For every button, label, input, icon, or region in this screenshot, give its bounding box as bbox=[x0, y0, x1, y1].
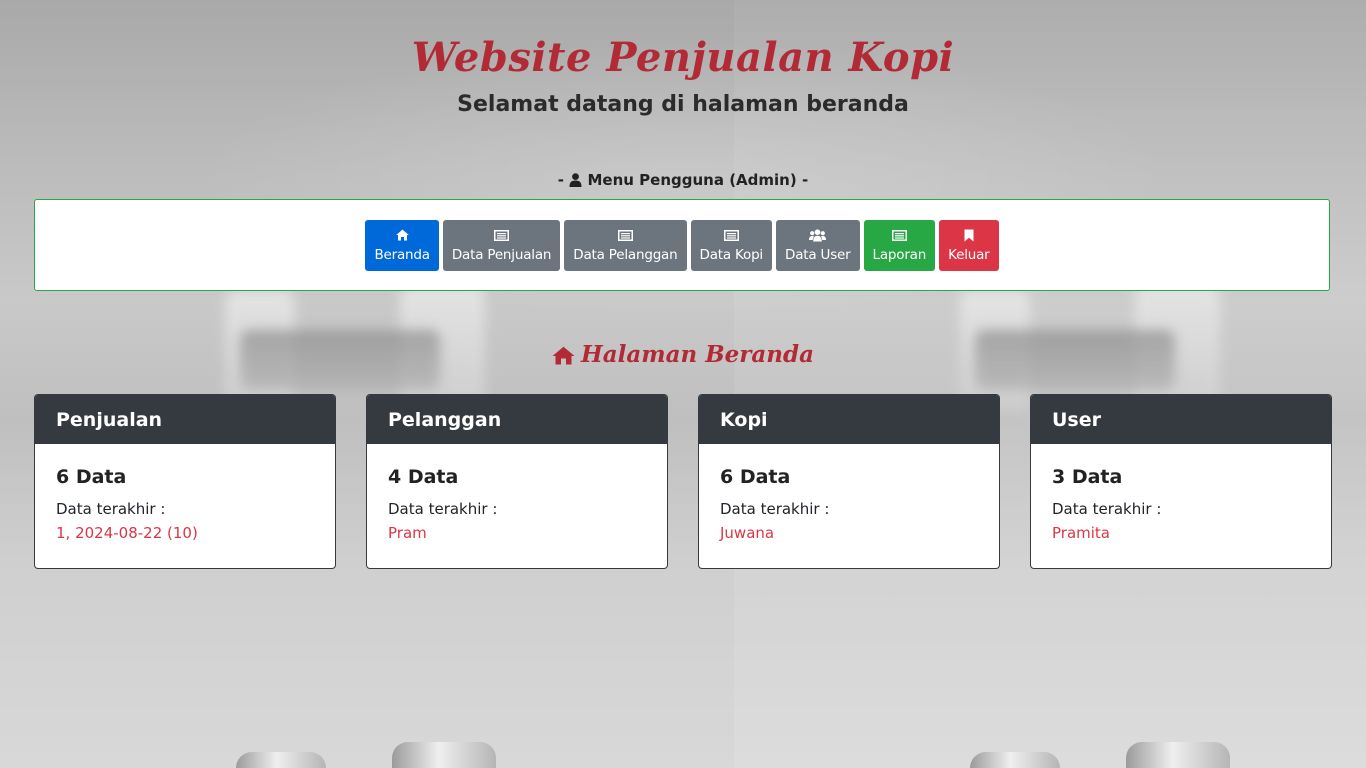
background-coffee-tube bbox=[236, 752, 326, 768]
nav-button-label: Beranda bbox=[374, 247, 430, 263]
card-header: Penjualan bbox=[35, 395, 335, 444]
card-count: 4 Data bbox=[388, 466, 459, 488]
card-count: 6 Data bbox=[56, 466, 127, 488]
nav-button-keluar[interactable]: Keluar bbox=[939, 220, 999, 271]
list-icon bbox=[617, 226, 633, 244]
card-last-data-label: Data terakhir : bbox=[1052, 500, 1162, 518]
card-header: User bbox=[1031, 395, 1331, 444]
menu-heading-label: Menu Pengguna (Admin) bbox=[587, 171, 797, 189]
section-title-label: Halaman Beranda bbox=[580, 341, 815, 368]
section-title: Halaman Beranda bbox=[0, 338, 1366, 372]
nav-button-data-pelanggan[interactable]: Data Pelanggan bbox=[564, 220, 687, 271]
card-last-data-label: Data terakhir : bbox=[388, 500, 498, 518]
welcome-subtitle: Selamat datang di halaman beranda bbox=[457, 92, 909, 117]
nav-button-label: Data User bbox=[785, 247, 851, 263]
card-last-data-value: Pramita bbox=[1052, 524, 1110, 542]
nav-button-label: Laporan bbox=[872, 247, 927, 263]
card-last-data-value: Pram bbox=[388, 524, 427, 542]
menu-heading-prefix: - bbox=[557, 171, 565, 189]
card-header: Kopi bbox=[699, 395, 999, 444]
users-icon bbox=[809, 226, 827, 244]
nav-button-label: Data Kopi bbox=[699, 247, 764, 263]
menu-heading-suffix: - bbox=[801, 171, 809, 189]
home-icon bbox=[552, 346, 575, 365]
nav-button-beranda[interactable]: Beranda bbox=[365, 220, 439, 271]
summary-card-user: User 3 Data Data terakhir : Pramita bbox=[1030, 394, 1332, 569]
site-title: Website Penjualan Kopi bbox=[411, 34, 955, 81]
nav-button-laporan[interactable]: Laporan bbox=[863, 220, 936, 271]
card-last-data-label: Data terakhir : bbox=[720, 500, 830, 518]
card-count: 6 Data bbox=[720, 466, 791, 488]
menu-heading: - Menu Pengguna (Admin) - bbox=[0, 169, 1366, 191]
card-header: Pelanggan bbox=[367, 395, 667, 444]
list-icon bbox=[494, 226, 510, 244]
card-last-data-label: Data terakhir : bbox=[56, 500, 166, 518]
background-coffee-tube bbox=[1126, 742, 1230, 768]
bookmark-icon bbox=[964, 226, 974, 244]
user-menu-panel: Beranda Data Penjualan Data Pelanggan Da… bbox=[34, 199, 1330, 291]
user-icon bbox=[569, 173, 582, 187]
summary-card-pelanggan: Pelanggan 4 Data Data terakhir : Pram bbox=[366, 394, 668, 569]
card-last-data-value: 1, 2024-08-22 (10) bbox=[56, 524, 198, 542]
nav-button-label: Data Pelanggan bbox=[573, 247, 678, 263]
nav-button-data-penjualan[interactable]: Data Penjualan bbox=[442, 220, 561, 271]
list-icon bbox=[891, 226, 907, 244]
background-coffee-tube bbox=[392, 742, 496, 768]
list-icon bbox=[723, 226, 739, 244]
nav-button-data-kopi[interactable]: Data Kopi bbox=[690, 220, 772, 271]
summary-card-kopi: Kopi 6 Data Data terakhir : Juwana bbox=[698, 394, 1000, 569]
summary-card-penjualan: Penjualan 6 Data Data terakhir : 1, 2024… bbox=[34, 394, 336, 569]
background-coffee-tube bbox=[970, 752, 1060, 768]
card-last-data-value: Juwana bbox=[720, 524, 775, 542]
nav-button-data-user[interactable]: Data User bbox=[776, 220, 860, 271]
card-count: 3 Data bbox=[1052, 466, 1123, 488]
nav-button-label: Keluar bbox=[948, 247, 990, 263]
home-icon bbox=[395, 226, 409, 244]
nav-button-group: Beranda Data Penjualan Data Pelanggan Da… bbox=[35, 220, 1329, 271]
nav-button-label: Data Penjualan bbox=[451, 247, 552, 263]
